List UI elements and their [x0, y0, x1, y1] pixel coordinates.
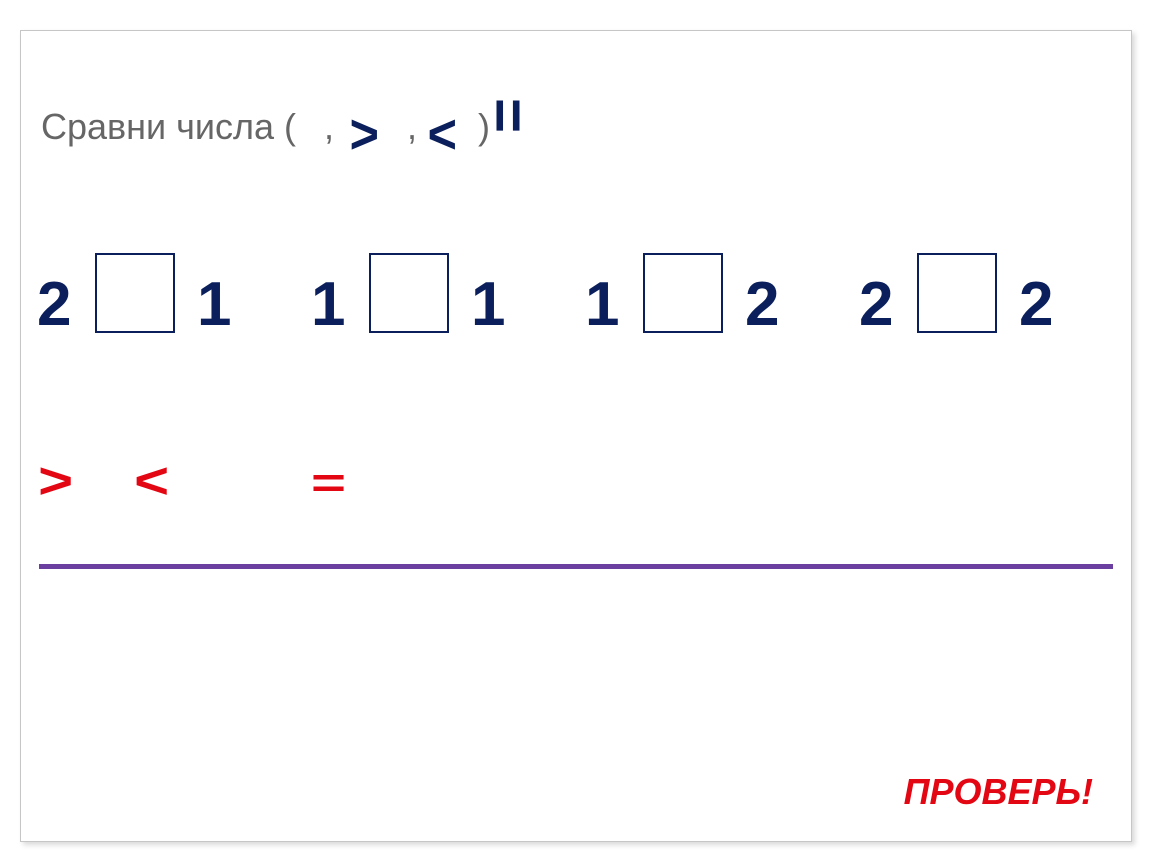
number: 2 [1019, 269, 1053, 340]
answer-box[interactable] [369, 253, 449, 333]
answer-box[interactable] [95, 253, 175, 333]
number: 1 [197, 269, 231, 340]
comma: , [324, 106, 334, 148]
check-button[interactable]: ПРОВЕРЬ! [904, 771, 1093, 813]
palette-less-than[interactable]: < [133, 451, 166, 510]
greater-than-icon: > [349, 101, 378, 166]
number: 2 [745, 269, 779, 340]
comma: , [407, 106, 417, 148]
number: 1 [585, 269, 619, 340]
number: 1 [311, 269, 345, 340]
less-than-icon: < [427, 101, 456, 166]
palette-equals[interactable]: = [311, 458, 346, 506]
divider [39, 564, 1113, 569]
number: 2 [859, 269, 893, 340]
answer-box[interactable] [643, 253, 723, 333]
equals-icon: = [474, 98, 543, 133]
slide: Сравни числа ( , > , < ) = 2 1 1 1 1 2 2… [20, 30, 1132, 842]
title-text: Сравни числа ( [41, 106, 296, 148]
answer-box[interactable] [917, 253, 997, 333]
number: 1 [471, 269, 505, 340]
palette-greater-than[interactable]: > [37, 451, 70, 510]
number: 2 [37, 269, 71, 340]
